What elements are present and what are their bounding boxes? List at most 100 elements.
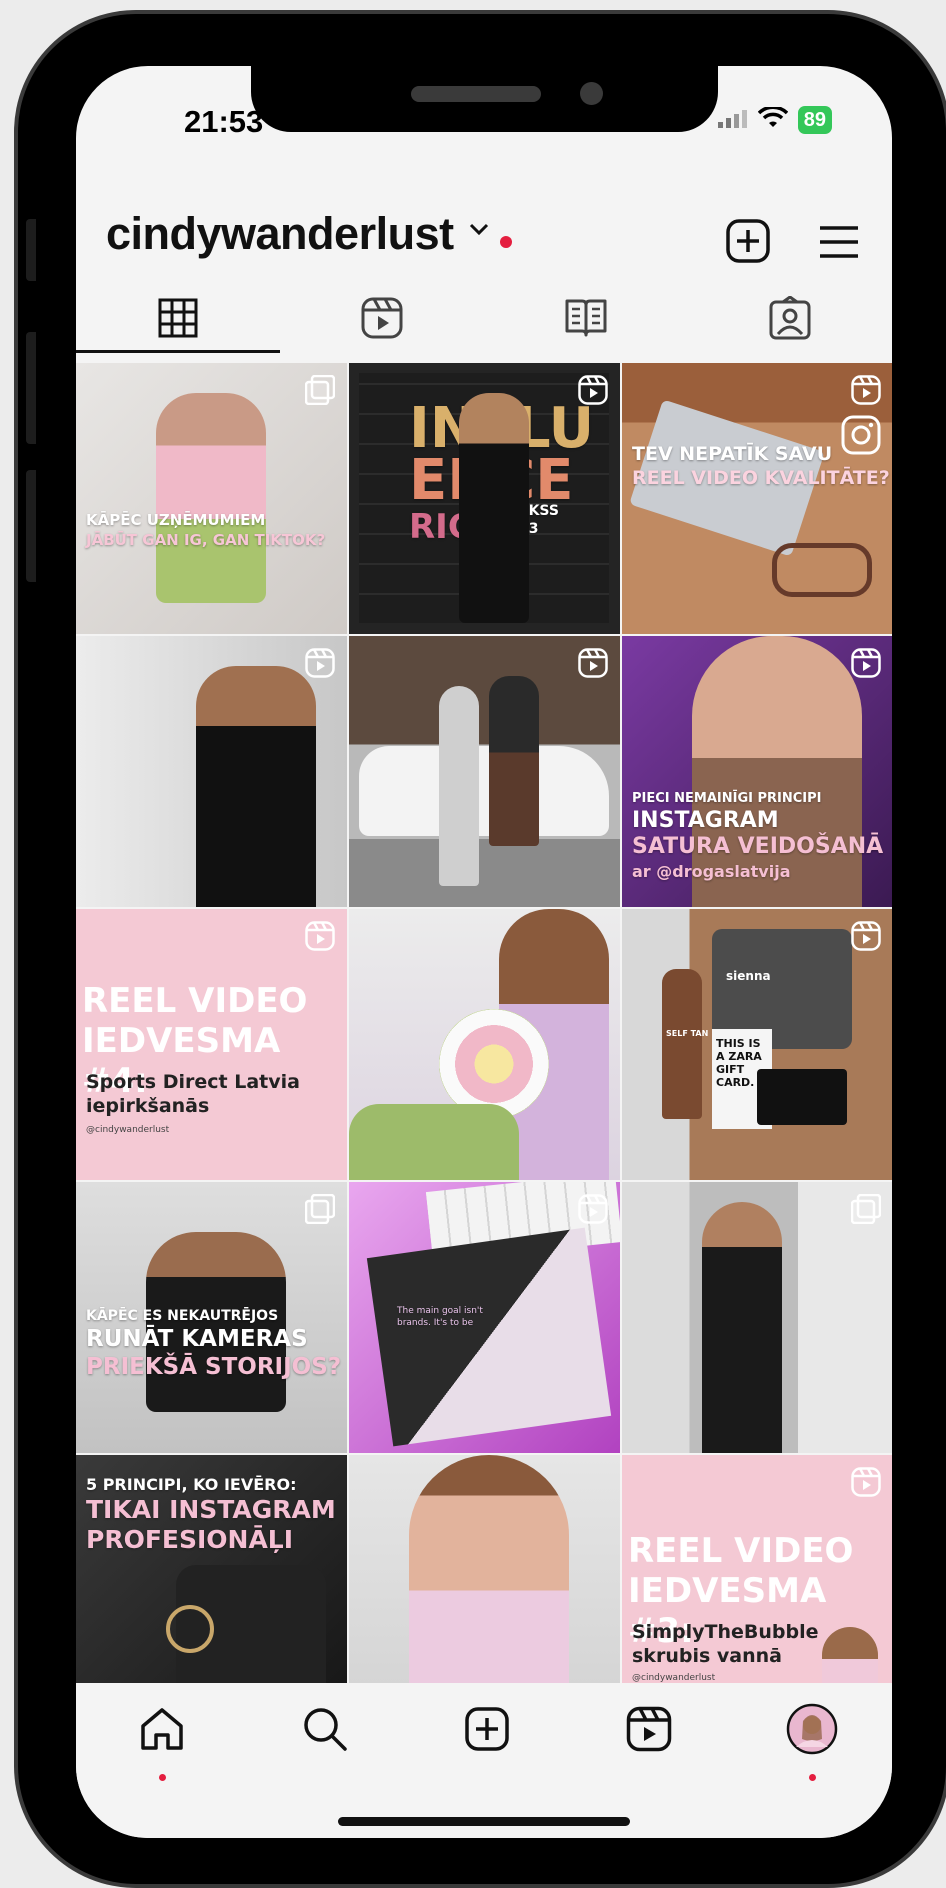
post-tile[interactable] bbox=[76, 636, 347, 907]
chevron-down-icon[interactable] bbox=[468, 222, 490, 241]
search-icon bbox=[301, 1705, 349, 1758]
post-caption-line: TEV NEPATĪK SAVU bbox=[632, 443, 833, 465]
post-caption-line: skrubis vannā bbox=[632, 1645, 782, 1667]
reels-icon bbox=[851, 1467, 881, 1502]
reels-icon bbox=[578, 648, 608, 683]
post-tile[interactable] bbox=[622, 1182, 892, 1453]
magazine-photo bbox=[366, 1227, 612, 1447]
screen: 21:53 89 cindywanderlust KĀPĒC UZŅĒMUMIE… bbox=[76, 66, 892, 1838]
tab-reels[interactable] bbox=[280, 284, 484, 356]
reels-icon bbox=[361, 297, 403, 344]
post-caption-line: REEL VIDEO bbox=[628, 1531, 854, 1571]
post-caption-line: PROFESIONĀĻI bbox=[86, 1525, 294, 1554]
post-photo bbox=[702, 1202, 782, 1453]
notch bbox=[251, 66, 718, 132]
car-photo bbox=[359, 746, 609, 836]
nav-home[interactable] bbox=[132, 1701, 192, 1761]
nav-profile[interactable] bbox=[782, 1701, 842, 1761]
tab-tagged[interactable] bbox=[688, 284, 892, 356]
post-caption-line: SimplyTheBubble bbox=[632, 1621, 819, 1643]
status-time: 21:53 bbox=[184, 104, 264, 139]
create-icon bbox=[464, 1706, 510, 1757]
speaker bbox=[411, 86, 541, 102]
carousel-icon bbox=[304, 374, 336, 410]
carousel-icon bbox=[850, 1193, 882, 1229]
post-caption-line: sienna bbox=[726, 969, 771, 983]
post-tile[interactable] bbox=[349, 636, 620, 907]
volume-down-button bbox=[26, 470, 36, 582]
post-photo bbox=[822, 1627, 878, 1683]
reels-icon bbox=[578, 1194, 608, 1229]
flowers-photo bbox=[439, 1009, 549, 1119]
post-photo bbox=[439, 686, 479, 886]
post-caption-line: REEL VIDEO bbox=[82, 981, 308, 1021]
post-tile[interactable]: KĀPĒC ES NEKAUTRĒJOS RUNĀT KAMERAS PRIEK… bbox=[76, 1182, 347, 1453]
post-tile[interactable] bbox=[349, 1455, 620, 1683]
tab-grid[interactable] bbox=[76, 284, 280, 356]
notification-dot bbox=[500, 236, 512, 248]
profile-header: cindywanderlust bbox=[76, 194, 892, 284]
post-caption-line: iepirkšanās bbox=[86, 1095, 210, 1117]
post-photo bbox=[156, 393, 266, 603]
post-caption-line: @cindywanderlust bbox=[86, 1125, 170, 1135]
menu-button[interactable] bbox=[818, 224, 860, 265]
reels-icon bbox=[851, 375, 881, 410]
post-caption-line: TIKAI INSTAGRAM bbox=[86, 1495, 336, 1524]
post-tile[interactable]: INFLU ENCE RIGA EKSS 23 bbox=[349, 363, 620, 634]
mute-switch bbox=[26, 219, 36, 281]
post-tile[interactable]: The main goal isn't brands. It's to be bbox=[349, 1182, 620, 1453]
post-photo bbox=[409, 1455, 569, 1683]
home-indicator bbox=[338, 1817, 630, 1826]
nav-search[interactable] bbox=[295, 1701, 355, 1761]
profile-tabs bbox=[76, 284, 892, 356]
ring-photo bbox=[166, 1605, 214, 1653]
home-icon bbox=[138, 1705, 186, 1758]
carousel-icon bbox=[304, 1193, 336, 1229]
nav-reels[interactable] bbox=[619, 1701, 679, 1761]
reels-icon bbox=[578, 375, 608, 410]
post-tile[interactable]: REEL VIDEO IEDVESMA #4: Sports Direct La… bbox=[76, 909, 347, 1180]
reels-icon bbox=[626, 1706, 672, 1757]
tab-guides[interactable] bbox=[484, 284, 688, 356]
post-tile[interactable]: PIECI NEMAINĪGI PRINCIPI INSTAGRAM SATUR… bbox=[622, 636, 892, 907]
post-caption-line: KĀPĒC ES NEKAUTRĒJOS bbox=[86, 1308, 279, 1324]
post-caption-line: SELF TAN bbox=[666, 1029, 709, 1038]
profile-notification-dot bbox=[809, 1774, 816, 1781]
post-caption-line: PRIEKŠĀ STORIJOS? bbox=[86, 1354, 342, 1380]
post-caption-line: JĀBŪT GAN IG, GAN TIKTOK? bbox=[86, 531, 326, 549]
post-caption-line: THIS IS A ZARA GIFT CARD. bbox=[716, 1037, 762, 1089]
product-card bbox=[757, 1069, 847, 1125]
reels-icon bbox=[305, 648, 335, 683]
post-photo bbox=[489, 676, 539, 846]
status-icons: 89 bbox=[717, 105, 832, 134]
sunglasses-photo bbox=[772, 543, 872, 597]
post-photo bbox=[459, 393, 529, 623]
wifi-icon bbox=[757, 105, 788, 134]
avatar-icon bbox=[786, 1703, 838, 1760]
post-tile[interactable] bbox=[349, 909, 620, 1180]
post-caption-line: Sports Direct Latvia bbox=[86, 1071, 300, 1093]
post-tile[interactable]: 5 PRINCIPI, KO IEVĒRO: TIKAI INSTAGRAM P… bbox=[76, 1455, 347, 1683]
post-tile[interactable]: sienna SELF TAN THIS IS A ZARA GIFT CARD… bbox=[622, 909, 892, 1180]
post-caption-line: @cindywanderlust bbox=[632, 1673, 716, 1683]
guides-icon bbox=[564, 297, 608, 344]
front-camera bbox=[580, 82, 603, 105]
home-notification-dot bbox=[159, 1774, 166, 1781]
post-tile[interactable]: KĀPĒC UZŅĒMUMIEM JĀBŪT GAN IG, GAN TIKTO… bbox=[76, 363, 347, 634]
post-caption-line: PIECI NEMAINĪGI PRINCIPI bbox=[632, 791, 822, 806]
post-tile[interactable]: REEL VIDEO IEDVESMA #3: SimplyTheBubble … bbox=[622, 1455, 892, 1683]
instagram-logo-icon bbox=[841, 415, 881, 460]
reels-icon bbox=[851, 921, 881, 956]
post-caption-line: RUNĀT KAMERAS bbox=[86, 1326, 308, 1352]
post-caption-line: ar @drogaslatvija bbox=[632, 862, 791, 881]
create-post-button[interactable] bbox=[725, 218, 771, 269]
username-switcher[interactable]: cindywanderlust bbox=[106, 208, 454, 260]
post-caption-line: INSTAGRAM bbox=[632, 808, 779, 833]
post-tile[interactable]: TEV NEPATĪK SAVU REEL VIDEO KVALITĀTE? bbox=[622, 363, 892, 634]
product-bottle bbox=[662, 969, 702, 1119]
tagged-icon bbox=[769, 294, 811, 345]
nav-create[interactable] bbox=[457, 1701, 517, 1761]
post-caption-line: KĀPĒC UZŅĒMUMIEM bbox=[86, 511, 266, 529]
reels-icon bbox=[305, 921, 335, 956]
post-caption-line: REEL VIDEO KVALITĀTE? bbox=[632, 467, 890, 489]
